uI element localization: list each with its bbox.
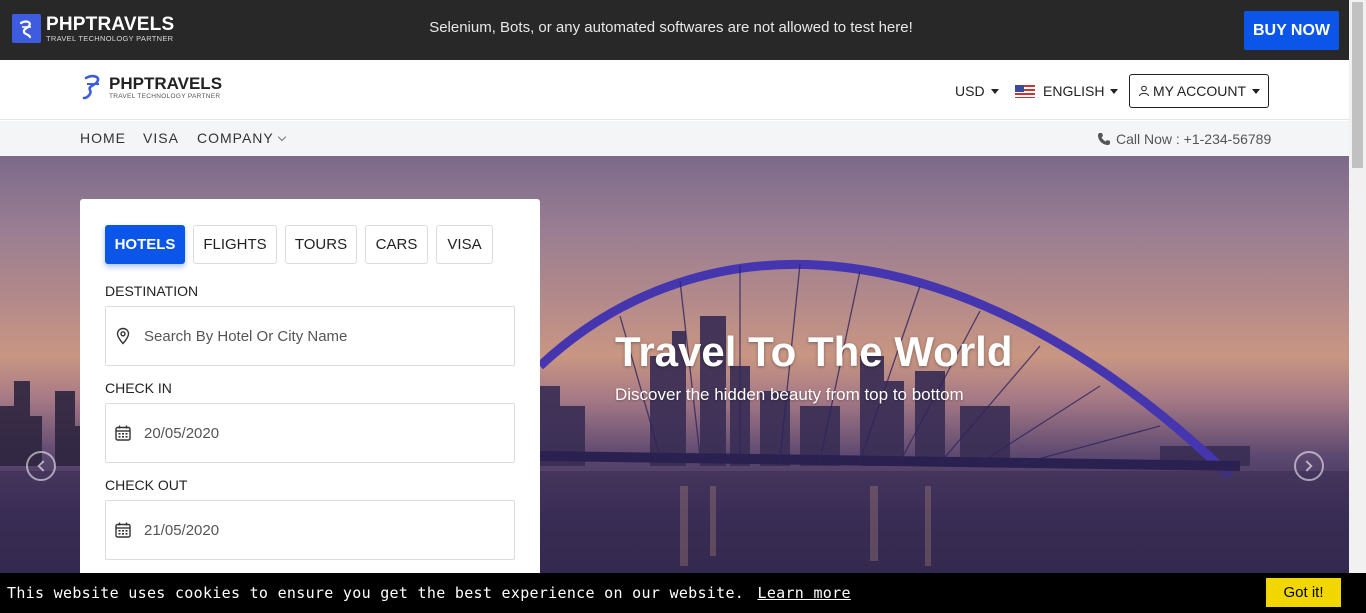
- cookie-accept-button[interactable]: Got it!: [1266, 578, 1341, 607]
- checkout-input[interactable]: [144, 521, 504, 539]
- nav-item-company-label: COMPANY: [197, 130, 274, 146]
- checkin-field[interactable]: [105, 403, 515, 463]
- top-notice-bar: PHPTRAVELS TRAVEL TECHNOLOGY PARTNER Sel…: [0, 0, 1349, 60]
- tab-visa[interactable]: VISA: [436, 225, 493, 264]
- nav-item-home[interactable]: HOME: [80, 130, 126, 146]
- currency-label: USD: [955, 83, 985, 99]
- call-now: Call Now : +1-234-56789: [1097, 131, 1271, 147]
- caret-down-icon: [990, 88, 999, 94]
- destination-field[interactable]: [105, 306, 515, 366]
- brand-logo-icon: [82, 74, 100, 100]
- caret-down-icon: [1110, 88, 1119, 94]
- language-dropdown[interactable]: ENGLISH: [1015, 83, 1119, 99]
- cookie-message: This website uses cookies to ensure you …: [7, 584, 745, 602]
- cookie-consent-bar: This website uses cookies to ensure you …: [0, 573, 1366, 613]
- chevron-left-icon: [37, 460, 49, 472]
- calendar-icon: [115, 522, 131, 538]
- header-brand-name: PHPTRAVELS: [109, 73, 223, 93]
- checkout-field[interactable]: [105, 500, 515, 560]
- header-logo[interactable]: PHPTRAVELS TRAVEL TECHNOLOGY PARTNER: [82, 73, 222, 101]
- page-scrollbar[interactable]: [1349, 0, 1366, 573]
- nav-item-visa[interactable]: VISA: [143, 130, 179, 146]
- checkin-input[interactable]: [144, 424, 504, 442]
- tab-cars[interactable]: CARS: [365, 225, 428, 264]
- slider-prev-button[interactable]: [26, 451, 56, 481]
- tab-tours[interactable]: TOURS: [285, 225, 357, 264]
- buy-now-button[interactable]: BUY NOW: [1244, 11, 1339, 50]
- header-brand-tagline: TRAVEL TECHNOLOGY PARTNER: [109, 92, 221, 100]
- my-account-button[interactable]: MY ACCOUNT: [1129, 74, 1269, 108]
- destination-input[interactable]: [144, 327, 504, 345]
- checkout-label: CHECK OUT: [105, 477, 188, 493]
- caret-down-icon: [1252, 88, 1261, 94]
- nav-item-company[interactable]: COMPANY: [197, 130, 286, 146]
- main-navigation: HOME VISA COMPANY Call Now : +1-234-5678…: [0, 121, 1349, 156]
- automation-notice: Selenium, Bots, or any automated softwar…: [429, 19, 913, 36]
- checkin-label: CHECK IN: [105, 380, 172, 396]
- my-account-label: MY ACCOUNT: [1152, 83, 1247, 99]
- site-header: PHPTRAVELS TRAVEL TECHNOLOGY PARTNER USD…: [0, 60, 1349, 120]
- learn-more-link[interactable]: Learn more: [757, 584, 850, 602]
- chevron-down-icon: [277, 132, 286, 142]
- phone-icon: [1098, 133, 1110, 145]
- cookie-message-row: This website uses cookies to ensure you …: [7, 584, 851, 602]
- call-now-label: Call Now : +1-234-56789: [1116, 131, 1272, 147]
- location-pin-icon: [116, 327, 130, 345]
- slider-next-button[interactable]: [1294, 451, 1324, 481]
- language-label: ENGLISH: [1043, 83, 1105, 99]
- hero-title: Travel To The World: [615, 328, 1013, 375]
- hero-subtitle: Discover the hidden beauty from top to b…: [615, 385, 964, 404]
- calendar-icon: [115, 425, 131, 441]
- scrollbar-thumb[interactable]: [1352, 2, 1363, 168]
- chevron-right-icon: [1301, 460, 1313, 472]
- currency-dropdown[interactable]: USD: [955, 83, 999, 99]
- user-icon: [1138, 85, 1149, 97]
- tab-flights[interactable]: FLIGHTS: [193, 225, 277, 264]
- us-flag-icon: [1015, 84, 1035, 98]
- tab-hotels[interactable]: HOTELS: [105, 225, 185, 264]
- destination-label: DESTINATION: [105, 283, 199, 299]
- search-card: HOTELS FLIGHTS TOURS CARS VISA DESTINATI…: [80, 199, 540, 579]
